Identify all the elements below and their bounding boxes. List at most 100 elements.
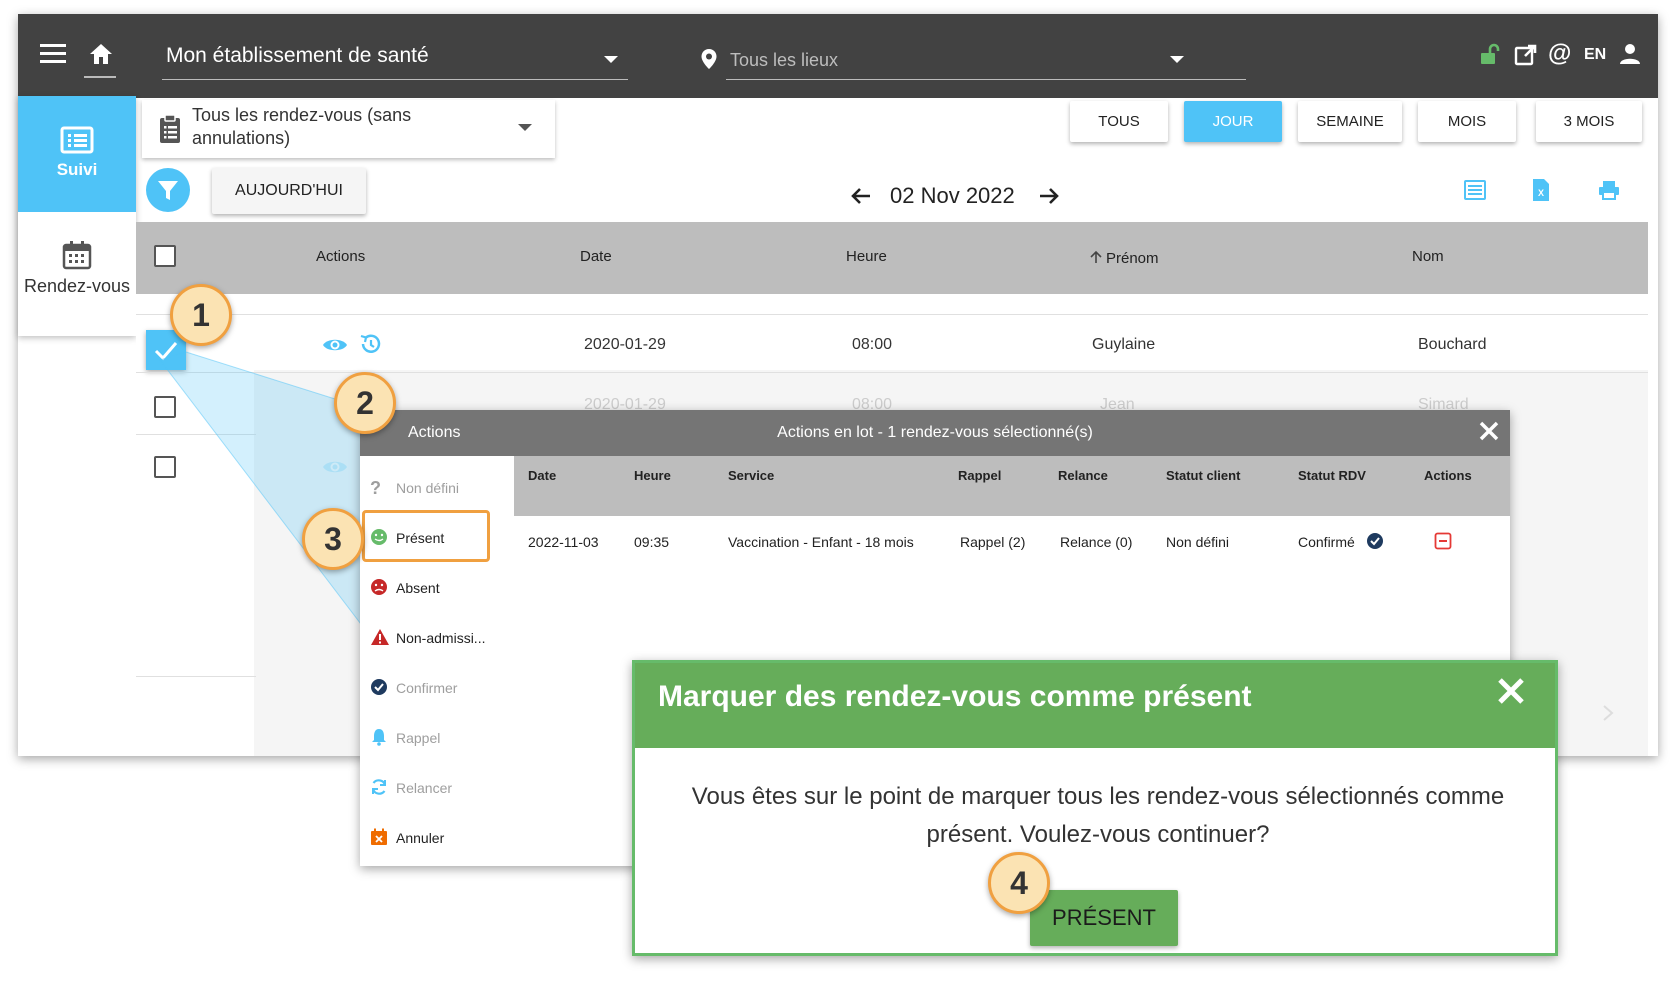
user-icon[interactable]	[1618, 42, 1642, 71]
svg-text:X: X	[1538, 188, 1544, 198]
row-divider	[136, 676, 256, 677]
sad-icon	[370, 578, 388, 596]
step-callout-1: 1	[170, 284, 232, 346]
eye-icon[interactable]	[322, 458, 348, 481]
row-first-name: Guylaine	[1092, 336, 1156, 353]
confirm-present-button[interactable]: PRÉSENT	[1030, 890, 1178, 946]
refresh-icon	[370, 778, 388, 796]
period-all-button[interactable]: TOUS	[1070, 101, 1168, 142]
menu-item-reminder[interactable]: Rappel	[396, 730, 440, 746]
location-pin-icon	[700, 48, 718, 75]
sidebar-item-label: Rendez-vous	[23, 276, 131, 296]
column-header-last-name[interactable]: Nom	[1412, 248, 1444, 265]
check-circle-icon	[370, 678, 388, 696]
current-date: 02 Nov 2022	[890, 183, 1015, 208]
step-callout-2: 2	[334, 372, 396, 434]
today-button[interactable]: AUJOURD'HUI	[212, 168, 366, 214]
column-header-time[interactable]: Heure	[846, 248, 887, 265]
menu-item-ineligible[interactable]: Non-admissi...	[396, 630, 485, 646]
language-toggle[interactable]: EN	[1584, 46, 1606, 64]
location-placeholder: Tous les lieux	[730, 50, 839, 70]
list-view-icon[interactable]	[1464, 180, 1486, 205]
bulk-row-reminder: Rappel (2)	[960, 534, 1026, 550]
period-day-button[interactable]: JOUR	[1184, 101, 1282, 142]
chevron-down-icon	[1170, 56, 1184, 63]
print-icon[interactable]	[1598, 180, 1620, 205]
row-last-name: Bouchard	[1418, 336, 1487, 353]
bulk-row-appointment-status: Confirmé	[1298, 534, 1355, 550]
check-circle-icon	[1366, 532, 1384, 555]
dialog-title: Marquer des rendez-vous comme présent	[658, 680, 1252, 713]
history-icon[interactable]	[358, 332, 382, 361]
select-all-checkbox[interactable]	[154, 245, 176, 267]
previous-date-arrow-icon[interactable]	[850, 186, 872, 211]
column-header-first-name[interactable]: Prénom	[1106, 250, 1159, 267]
step-callout-4: 4	[988, 852, 1050, 914]
row-date: 2020-01-29	[584, 336, 666, 353]
clipboard-icon	[158, 114, 182, 149]
bulk-row-time: 09:35	[634, 534, 670, 550]
filter-icon	[158, 181, 178, 200]
bulk-row-service: Vaccination - Enfant - 18 mois	[728, 534, 914, 550]
period-week-button[interactable]: SEMAINE	[1298, 101, 1402, 142]
next-date-arrow-icon[interactable]	[1038, 186, 1060, 211]
bulk-row-followup: Relance (0)	[1060, 534, 1133, 550]
eye-icon[interactable]	[322, 336, 348, 359]
remove-icon[interactable]	[1434, 532, 1452, 555]
close-icon[interactable]	[1478, 420, 1500, 447]
row-divider	[136, 314, 1648, 315]
menu-icon[interactable]	[40, 44, 66, 64]
row-checkbox[interactable]	[154, 456, 176, 478]
menu-item-absent[interactable]: Absent	[396, 580, 440, 596]
establishment-select[interactable]: Mon établissement de santé	[162, 40, 628, 80]
menu-item-undefined[interactable]: Non défini	[396, 480, 459, 496]
bell-icon	[370, 728, 388, 746]
chevron-down-icon	[518, 124, 532, 131]
sidebar-item-suivi[interactable]: Suivi	[18, 96, 136, 212]
unlock-icon[interactable]	[1478, 42, 1502, 71]
bulk-actions-menu-title: Actions	[408, 424, 461, 441]
home-icon[interactable]	[88, 42, 114, 66]
close-icon[interactable]	[1496, 676, 1526, 711]
bulk-col-client-status: Statut client	[1166, 468, 1241, 483]
menu-item-confirm[interactable]: Confirmer	[396, 680, 457, 696]
menu-item-follow-up[interactable]: Relancer	[396, 780, 452, 796]
bulk-col-service: Service	[728, 468, 775, 483]
bulk-col-date: Date	[528, 468, 557, 483]
chevron-right-icon[interactable]	[1602, 704, 1614, 727]
present-highlight	[362, 510, 490, 562]
menu-item-cancel[interactable]: Annuler	[396, 830, 444, 846]
question-icon: ?	[370, 478, 381, 498]
sort-arrow-up-icon	[1090, 250, 1102, 269]
list-icon	[60, 126, 94, 159]
step-callout-3: 3	[302, 508, 364, 570]
location-select[interactable]: Tous les lieux	[726, 42, 1246, 80]
period-3months-button[interactable]: 3 MOIS	[1536, 101, 1642, 142]
bulk-col-actions: Actions	[1424, 468, 1472, 483]
column-header-actions: Actions	[316, 248, 366, 265]
bulk-col-time: Heure	[634, 468, 671, 483]
bulk-col-appointment-status: Statut RDV	[1298, 468, 1366, 483]
bulk-actions-header: Actions en lot - 1 rendez-vous sélection…	[360, 410, 1510, 456]
bulk-table-header	[514, 456, 1510, 516]
external-link-icon[interactable]	[1514, 43, 1538, 72]
calendar-icon	[62, 240, 92, 275]
establishment-label: Mon établissement de santé	[166, 44, 429, 67]
period-month-button[interactable]: MOIS	[1418, 101, 1516, 142]
warning-icon	[370, 628, 389, 646]
appointment-filter-select[interactable]: Tous les rendez-vous (sans annulations)	[142, 100, 555, 158]
bulk-actions-title: Actions en lot - 1 rendez-vous sélection…	[777, 424, 1093, 441]
bulk-col-followup: Relance	[1058, 468, 1108, 483]
dialog-message: Vous êtes sur le point de marquer tous l…	[691, 783, 1505, 848]
filter-button[interactable]	[146, 168, 190, 212]
column-header-date[interactable]: Date	[580, 248, 612, 265]
appointment-filter-label: Tous les rendez-vous (sans annulations)	[192, 105, 412, 148]
row-time: 08:00	[852, 336, 893, 353]
at-icon[interactable]: @	[1548, 40, 1571, 68]
row-divider	[136, 434, 256, 435]
excel-export-icon[interactable]: X	[1532, 178, 1550, 207]
bulk-col-reminder: Rappel	[958, 468, 1002, 483]
chevron-down-icon	[604, 56, 618, 63]
row-checkbox[interactable]	[154, 396, 176, 418]
home-underline	[84, 76, 116, 78]
